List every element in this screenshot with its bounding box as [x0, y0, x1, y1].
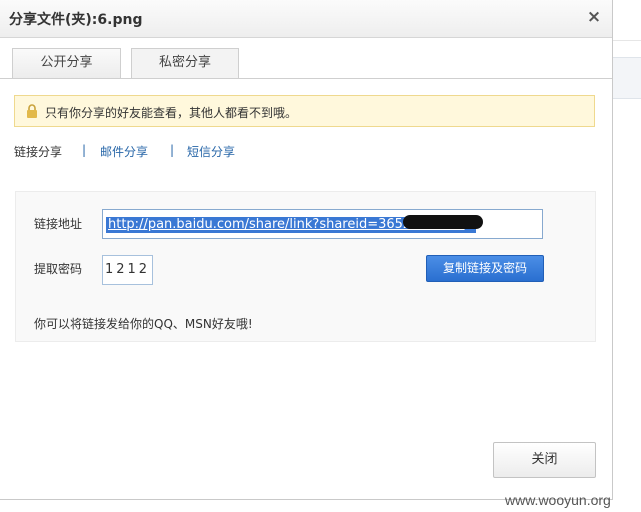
close-button[interactable]: 关闭 — [493, 442, 596, 478]
method-sms-share[interactable]: 短信分享 — [187, 143, 235, 160]
tab-public-share[interactable]: 公开分享 — [12, 48, 121, 79]
private-notice: 只有你分享的好友能查看，其他人都看不到哦。 — [14, 95, 595, 127]
share-dialog: 分享文件(夹):6.png × 公开分享 私密分享 只有你分享的好友能查看，其他… — [0, 0, 613, 500]
method-separator: | — [170, 143, 175, 157]
watermark: www.wooyun.org — [505, 492, 611, 508]
redaction-mark — [403, 215, 483, 229]
method-separator: | — [82, 143, 87, 157]
share-tip: 你可以将链接发给你的QQ、MSN好友哦! — [34, 317, 253, 331]
notice-text: 只有你分享的好友能查看，其他人都看不到哦。 — [45, 106, 298, 120]
dialog-title: 分享文件(夹):6.png — [9, 12, 143, 28]
method-mail-share[interactable]: 邮件分享 — [100, 143, 148, 160]
link-address-label: 链接地址 — [34, 217, 83, 231]
background-divider — [613, 40, 641, 41]
extract-password-input[interactable]: 1212 — [102, 255, 153, 285]
dialog-titlebar: 分享文件(夹):6.png × — [0, 0, 612, 38]
copy-link-password-button[interactable]: 复制链接及密码 — [426, 255, 544, 282]
tabs-divider — [0, 78, 612, 79]
share-link-panel: 链接地址 http://pan.baidu.com/share/link?sha… — [15, 191, 596, 342]
link-address-input[interactable]: http://pan.baidu.com/share/link?shareid=… — [102, 209, 543, 239]
tab-private-share[interactable]: 私密分享 — [131, 48, 239, 79]
background-page — [613, 0, 641, 512]
extract-password-label: 提取密码 — [34, 262, 83, 276]
close-icon[interactable]: × — [586, 8, 602, 26]
background-band — [613, 57, 641, 99]
lock-icon — [27, 104, 37, 118]
method-link-share[interactable]: 链接分享 — [14, 143, 62, 160]
